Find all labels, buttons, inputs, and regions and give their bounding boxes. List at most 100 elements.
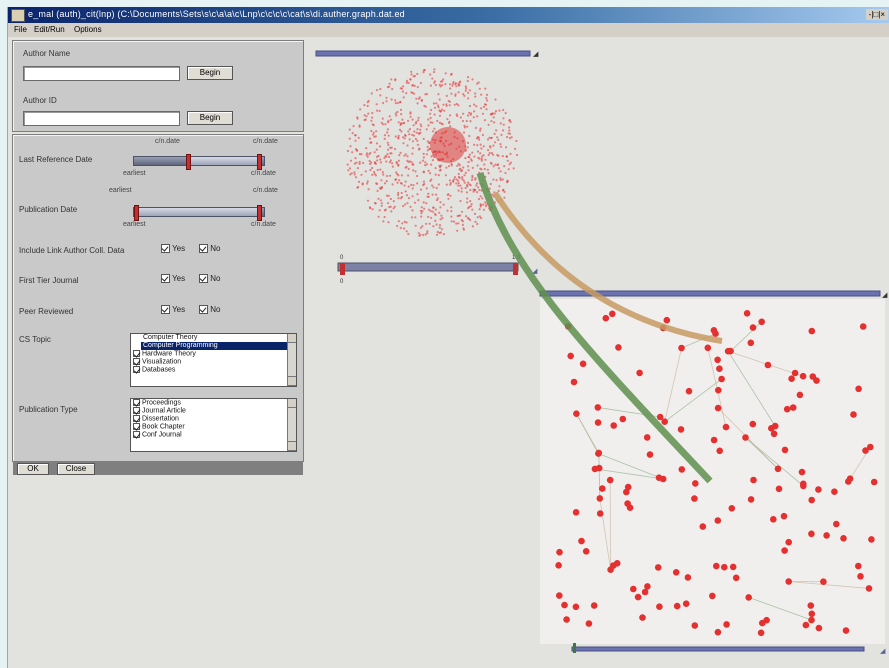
cluster-node[interactable]: [469, 188, 472, 192]
cluster-node[interactable]: [383, 134, 387, 137]
cluster-node[interactable]: [441, 84, 444, 87]
scrollbar[interactable]: [287, 334, 296, 386]
cluster-node[interactable]: [410, 91, 413, 94]
menu-edit-run[interactable]: Edit/Run: [34, 25, 65, 34]
cluster-node[interactable]: [465, 191, 469, 194]
cluster-node[interactable]: [396, 181, 399, 184]
cluster-node[interactable]: [438, 83, 441, 86]
author-node[interactable]: [743, 310, 751, 317]
cluster-node[interactable]: [387, 134, 390, 137]
author-node[interactable]: [808, 530, 815, 538]
cluster-node[interactable]: [481, 133, 484, 137]
cluster-node[interactable]: [422, 152, 425, 155]
cluster-node[interactable]: [471, 208, 474, 211]
scroll-up-icon[interactable]: [288, 399, 296, 408]
cluster-node[interactable]: [364, 170, 367, 173]
cluster-node[interactable]: [508, 129, 511, 132]
cluster-node[interactable]: [469, 184, 472, 187]
cluster-node[interactable]: [448, 104, 451, 107]
cluster-node[interactable]: [499, 122, 502, 125]
cluster-node[interactable]: [384, 123, 387, 126]
publication-date-min-handle[interactable]: [134, 205, 139, 221]
list-item[interactable]: Book Chapter: [131, 423, 296, 431]
cluster-node[interactable]: [413, 74, 416, 78]
cluster-node[interactable]: [451, 84, 454, 87]
author-node[interactable]: [685, 387, 693, 395]
first-tier-journal-no[interactable]: No: [199, 274, 220, 284]
cluster-node[interactable]: [387, 121, 390, 124]
cluster-node[interactable]: [420, 99, 423, 102]
cluster-node[interactable]: [417, 116, 420, 119]
cluster-node[interactable]: [438, 164, 441, 167]
author-node[interactable]: [865, 585, 873, 592]
cluster-node[interactable]: [350, 172, 353, 175]
cluster-node[interactable]: [435, 186, 438, 190]
cluster-node[interactable]: [355, 161, 358, 164]
author-node[interactable]: [609, 310, 616, 318]
author-node[interactable]: [692, 480, 699, 487]
cluster-node[interactable]: [515, 153, 519, 157]
author-node[interactable]: [572, 509, 580, 516]
cluster-node[interactable]: [394, 99, 397, 102]
cluster-node[interactable]: [395, 162, 398, 165]
cluster-node[interactable]: [414, 224, 417, 227]
cluster-node[interactable]: [501, 155, 504, 158]
list-item[interactable]: Computer Theory: [131, 334, 296, 342]
cluster-node[interactable]: [433, 80, 437, 83]
cluster-node[interactable]: [470, 203, 473, 206]
cluster-node[interactable]: [455, 85, 458, 88]
cluster-node[interactable]: [462, 93, 465, 96]
cluster-node[interactable]: [425, 153, 428, 156]
author-node[interactable]: [678, 466, 686, 473]
cluster-node[interactable]: [457, 182, 460, 185]
cluster-node[interactable]: [349, 159, 353, 162]
cluster-node[interactable]: [427, 124, 430, 127]
cluster-node[interactable]: [348, 128, 351, 131]
cluster-node[interactable]: [487, 172, 490, 175]
cluster-node[interactable]: [515, 139, 518, 143]
cluster-node[interactable]: [407, 119, 410, 122]
author-node[interactable]: [764, 361, 772, 369]
cluster-node[interactable]: [471, 151, 474, 154]
cluster-node[interactable]: [431, 193, 434, 196]
cluster-node[interactable]: [434, 208, 437, 211]
cluster-node[interactable]: [414, 170, 417, 173]
cluster-node[interactable]: [352, 125, 355, 128]
cluster-node[interactable]: [402, 85, 405, 88]
cluster-node[interactable]: [374, 202, 377, 205]
cluster-node[interactable]: [420, 212, 423, 215]
author-node[interactable]: [714, 517, 722, 524]
cluster-node[interactable]: [431, 121, 434, 124]
author-node[interactable]: [742, 434, 749, 441]
cluster-node[interactable]: [397, 191, 400, 195]
cluster-node[interactable]: [400, 174, 403, 177]
cluster-node[interactable]: [437, 183, 440, 186]
cluster-node[interactable]: [447, 197, 450, 200]
author-node[interactable]: [815, 624, 823, 632]
cluster-node[interactable]: [485, 97, 488, 100]
cluster-node[interactable]: [456, 229, 459, 232]
cluster-node[interactable]: [437, 174, 440, 177]
peer-reviewed-yes[interactable]: Yes: [161, 305, 185, 315]
cluster-node[interactable]: [385, 180, 388, 183]
author-node[interactable]: [716, 447, 723, 455]
author-node[interactable]: [796, 391, 804, 399]
cluster-node[interactable]: [445, 94, 448, 97]
cluster-node[interactable]: [359, 108, 362, 111]
cluster-node[interactable]: [476, 136, 479, 139]
checkbox-icon[interactable]: [161, 305, 170, 315]
cluster-node[interactable]: [479, 195, 482, 198]
cluster-node[interactable]: [457, 214, 460, 217]
cluster-node[interactable]: [488, 151, 491, 155]
author-node[interactable]: [757, 629, 765, 637]
cluster-node[interactable]: [486, 138, 490, 141]
cluster-node[interactable]: [385, 155, 388, 158]
cluster-node[interactable]: [388, 161, 391, 164]
cluster-node[interactable]: [477, 156, 480, 159]
author-node[interactable]: [594, 404, 602, 411]
cluster-node[interactable]: [405, 230, 408, 233]
author-node[interactable]: [802, 621, 810, 629]
cluster-node[interactable]: [386, 174, 389, 178]
cluster-node[interactable]: [351, 151, 354, 154]
author-node[interactable]: [714, 628, 722, 636]
